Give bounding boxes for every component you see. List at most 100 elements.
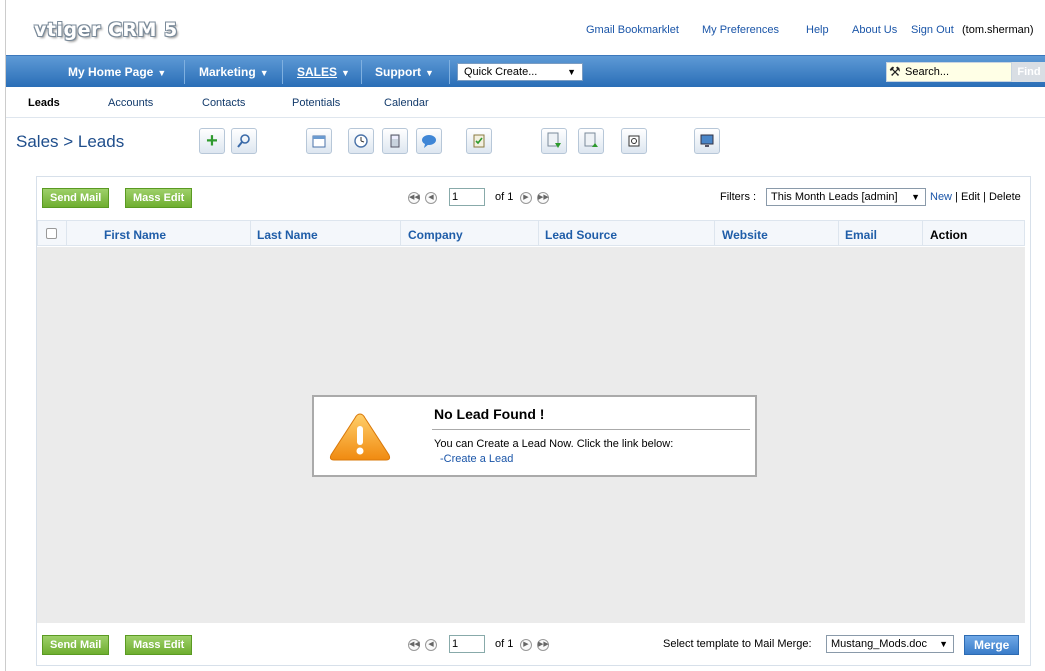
- submenu-accounts[interactable]: Accounts: [108, 97, 153, 109]
- filter-new-link[interactable]: New: [930, 191, 952, 203]
- quick-create-select[interactable]: Quick Create... ▼: [457, 63, 583, 81]
- column-email[interactable]: Email: [845, 228, 877, 242]
- merge-button[interactable]: Merge: [964, 635, 1020, 655]
- column-divider: [838, 221, 839, 245]
- menu-divider: [282, 60, 283, 84]
- menu-divider: [184, 60, 185, 84]
- find-button[interactable]: Find: [1012, 62, 1045, 82]
- column-action: Action: [930, 228, 968, 242]
- search-icon[interactable]: [231, 128, 257, 154]
- search-input[interactable]: Search...: [886, 62, 1012, 82]
- next-page-icon[interactable]: ▶: [520, 639, 532, 651]
- page-number-input[interactable]: 1: [449, 188, 485, 206]
- submenu-leads[interactable]: Leads: [28, 97, 60, 109]
- next-page-icon[interactable]: ▶: [520, 192, 532, 204]
- top-bar: vtiger CRM 5 Gmail Bookmarklet My Prefer…: [6, 0, 1045, 55]
- column-divider: [400, 221, 401, 245]
- column-first-name[interactable]: First Name: [104, 228, 166, 242]
- menu-my-home-page[interactable]: My Home Page ▼: [58, 56, 176, 88]
- filter-select[interactable]: This Month Leads [admin] ▼: [766, 188, 926, 206]
- column-company[interactable]: Company: [408, 228, 463, 242]
- table-header: First Name Last Name Company Lead Source…: [37, 220, 1025, 246]
- empty-state-message: You can Create a Lead Now. Click the lin…: [434, 438, 674, 450]
- webmail-icon[interactable]: [694, 128, 720, 154]
- my-preferences-link[interactable]: My Preferences: [702, 24, 779, 36]
- submenu-potentials[interactable]: Potentials: [292, 97, 340, 109]
- gmail-bookmarklet-link[interactable]: Gmail Bookmarklet: [586, 24, 679, 36]
- add-icon[interactable]: +: [199, 128, 225, 154]
- menu-divider: [361, 60, 362, 84]
- page-count: of 1: [495, 191, 514, 203]
- filter-edit-link[interactable]: Edit: [961, 191, 980, 203]
- first-page-icon[interactable]: ◀◀: [408, 639, 420, 651]
- about-us-link[interactable]: About Us: [852, 24, 897, 36]
- column-divider: [714, 221, 715, 245]
- column-lead-source[interactable]: Lead Source: [545, 228, 617, 242]
- dropdown-arrow-icon: ▼: [939, 639, 948, 649]
- find-duplicates-icon[interactable]: [621, 128, 647, 154]
- prev-page-icon[interactable]: ◀: [425, 639, 437, 651]
- checklist-icon[interactable]: [466, 128, 492, 154]
- sub-menu: Leads Accounts Contacts Potentials Calen…: [6, 88, 1045, 118]
- menu-label: Support: [375, 65, 421, 79]
- page-number-input-bottom[interactable]: 1: [449, 635, 485, 653]
- last-page-icon[interactable]: ▶▶: [537, 639, 549, 651]
- calculator-icon[interactable]: [382, 128, 408, 154]
- mail-merge-template-select[interactable]: Mustang_Mods.doc ▼: [826, 635, 954, 653]
- tools-icon: ⚒: [889, 64, 901, 79]
- chevron-down-icon: ▼: [425, 68, 434, 78]
- divider: [432, 429, 750, 430]
- page-count: of 1: [495, 638, 514, 650]
- prev-page-icon[interactable]: ◀: [425, 192, 437, 204]
- column-divider: [538, 221, 539, 245]
- monitor-glyph: [700, 134, 714, 147]
- separator: |: [983, 191, 986, 203]
- column-divider: [250, 221, 251, 245]
- empty-state-box: No Lead Found ! You can Create a Lead No…: [312, 395, 757, 477]
- export-icon[interactable]: [578, 128, 604, 154]
- submenu-contacts[interactable]: Contacts: [202, 97, 245, 109]
- page-title: Sales > Leads: [16, 132, 125, 151]
- checklist-glyph: [473, 134, 485, 148]
- menu-support[interactable]: Support ▼: [365, 56, 444, 88]
- filter-delete-link[interactable]: Delete: [989, 191, 1021, 203]
- import-icon[interactable]: [541, 128, 567, 154]
- column-last-name[interactable]: Last Name: [257, 228, 318, 242]
- search-placeholder: Search...: [905, 66, 950, 78]
- dropdown-arrow-icon: ▼: [567, 67, 576, 77]
- sign-out-link[interactable]: Sign Out: [911, 24, 954, 36]
- menu-label: SALES: [297, 65, 338, 79]
- create-lead-link[interactable]: -Create a Lead: [440, 453, 513, 465]
- chevron-down-icon: ▼: [157, 68, 167, 78]
- warning-glyph: [329, 413, 391, 461]
- menu-label: Marketing: [199, 65, 256, 79]
- menu-marketing[interactable]: Marketing ▼: [189, 56, 279, 88]
- last-page-icon[interactable]: ▶▶: [537, 192, 549, 204]
- menu-sales[interactable]: SALES ▼: [287, 56, 360, 88]
- mail-merge-template-value: Mustang_Mods.doc: [831, 638, 927, 650]
- quick-create-value: Quick Create...: [464, 66, 538, 78]
- mass-edit-button[interactable]: Mass Edit: [125, 188, 193, 208]
- username-label: (tom.sherman): [962, 24, 1034, 36]
- calculator-glyph: [390, 134, 400, 148]
- help-link[interactable]: Help: [806, 24, 829, 36]
- select-all-checkbox[interactable]: [46, 228, 57, 239]
- calendar-icon[interactable]: [306, 128, 332, 154]
- column-divider: [66, 221, 67, 245]
- chat-icon[interactable]: [416, 128, 442, 154]
- mass-edit-button-bottom[interactable]: Mass Edit: [125, 635, 193, 655]
- find-duplicates-glyph: [628, 135, 640, 147]
- submenu-calendar[interactable]: Calendar: [384, 97, 429, 109]
- chevron-down-icon: ▼: [341, 68, 350, 78]
- app-window: vtiger CRM 5 Gmail Bookmarklet My Prefer…: [5, 0, 1045, 671]
- chat-glyph: [422, 135, 436, 148]
- separator: |: [955, 191, 958, 203]
- filters-label: Filters :: [720, 191, 757, 203]
- clock-icon[interactable]: [348, 128, 374, 154]
- column-website[interactable]: Website: [722, 228, 768, 242]
- send-mail-button-bottom[interactable]: Send Mail: [42, 635, 110, 655]
- import-glyph: [547, 132, 561, 148]
- empty-state-title: No Lead Found !: [434, 406, 545, 422]
- first-page-icon[interactable]: ◀◀: [408, 192, 420, 204]
- send-mail-button[interactable]: Send Mail: [42, 188, 110, 208]
